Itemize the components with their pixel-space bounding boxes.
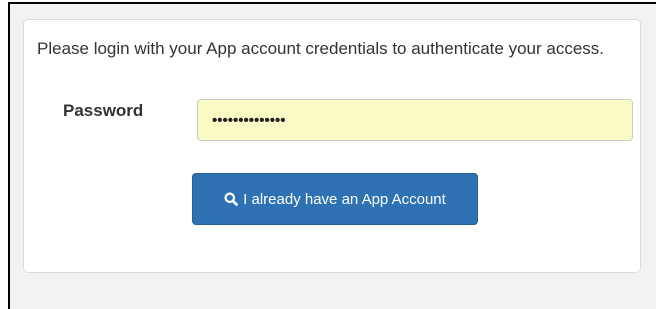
existing-account-button-label: I already have an App Account: [243, 190, 446, 208]
login-instructions: Please login with your App account crede…: [37, 39, 605, 58]
password-label: Password: [63, 101, 144, 120]
password-input[interactable]: [197, 99, 633, 141]
search-icon: [224, 192, 239, 206]
login-panel: Please login with your App account crede…: [23, 19, 641, 273]
page-frame: Please login with your App account crede…: [8, 2, 656, 309]
existing-account-button[interactable]: I already have an App Account: [192, 173, 478, 225]
